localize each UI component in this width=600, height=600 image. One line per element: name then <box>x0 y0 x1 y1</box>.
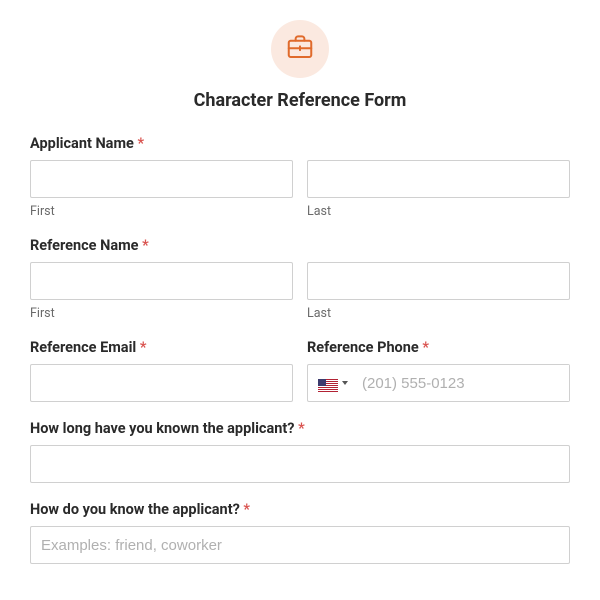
reference-email-label: Reference Email * <box>30 339 293 356</box>
reference-name-label: Reference Name * <box>30 237 570 254</box>
applicant-first-input[interactable] <box>30 160 293 198</box>
how-know-label: How do you know the applicant? * <box>30 501 570 518</box>
briefcase-icon <box>285 32 315 66</box>
chevron-down-icon <box>342 381 348 385</box>
how-long-group: How long have you known the applicant? * <box>30 420 570 483</box>
applicant-name-group: Applicant Name * First Last <box>30 135 570 219</box>
label-text: How long have you known the applicant? <box>30 420 294 437</box>
applicant-last-input[interactable] <box>307 160 570 198</box>
required-mark: * <box>140 339 147 356</box>
reference-phone-label: Reference Phone * <box>307 339 570 356</box>
how-long-label: How long have you known the applicant? * <box>30 420 570 437</box>
required-mark: * <box>142 237 149 254</box>
label-text: Reference Phone <box>307 339 419 356</box>
applicant-last-sublabel: Last <box>307 204 570 219</box>
country-selector[interactable] <box>308 365 356 401</box>
form-header: Character Reference Form <box>30 20 570 111</box>
label-text: Reference Email <box>30 339 136 356</box>
required-mark: * <box>137 135 144 152</box>
phone-input-wrap <box>307 364 570 402</box>
applicant-name-label: Applicant Name * <box>30 135 570 152</box>
how-know-group: How do you know the applicant? * <box>30 501 570 564</box>
label-text: Applicant Name <box>30 135 134 152</box>
reference-first-sublabel: First <box>30 306 293 321</box>
required-mark: * <box>298 420 305 437</box>
us-flag-icon <box>318 377 338 390</box>
label-text: Reference Name <box>30 237 138 254</box>
label-text: How do you know the applicant? <box>30 501 240 518</box>
required-mark: * <box>422 339 429 356</box>
reference-last-sublabel: Last <box>307 306 570 321</box>
reference-email-input[interactable] <box>30 364 293 402</box>
how-long-input[interactable] <box>30 445 570 483</box>
reference-first-input[interactable] <box>30 262 293 300</box>
reference-phone-input[interactable] <box>356 365 569 401</box>
applicant-first-sublabel: First <box>30 204 293 219</box>
header-icon-circle <box>271 20 329 78</box>
form-title: Character Reference Form <box>30 90 570 111</box>
required-mark: * <box>243 501 250 518</box>
email-phone-row: Reference Email * Reference Phone * <box>30 339 570 402</box>
reference-name-group: Reference Name * First Last <box>30 237 570 321</box>
reference-last-input[interactable] <box>307 262 570 300</box>
how-know-input[interactable] <box>30 526 570 564</box>
